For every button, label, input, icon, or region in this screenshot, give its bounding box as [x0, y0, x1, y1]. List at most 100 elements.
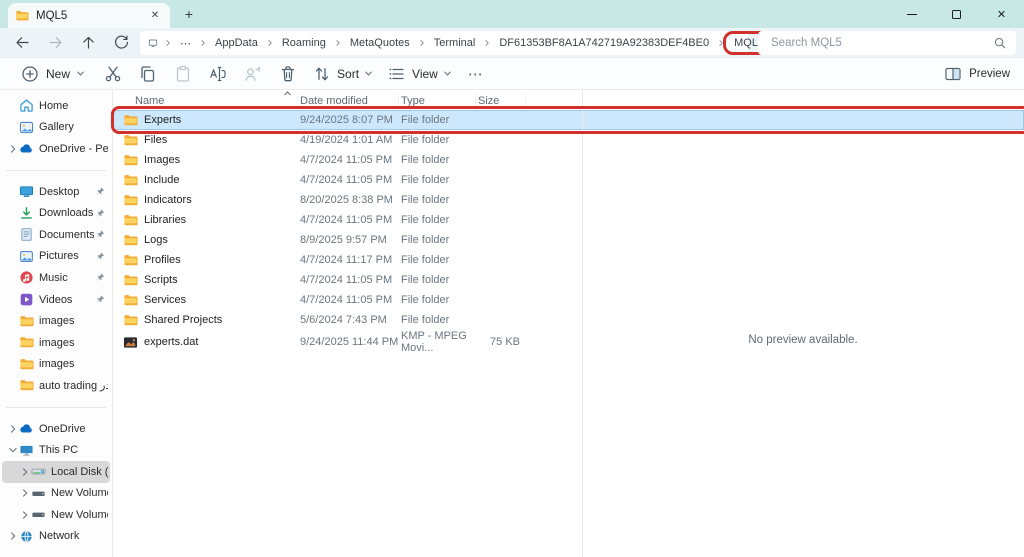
- sidebar-item-label: Network: [39, 530, 108, 542]
- file-row-profiles[interactable]: Profiles4/7/2024 11:17 PMFile folder: [113, 250, 1024, 270]
- more-options-button[interactable]: ⋯: [468, 65, 484, 83]
- chevron-right-icon[interactable]: [7, 423, 19, 435]
- video-icon: [19, 292, 34, 307]
- sidebar-item-images[interactable]: images: [2, 310, 110, 332]
- breadcrumb-item-metaquotes[interactable]: MetaQuotes: [348, 36, 412, 50]
- minimize-button[interactable]: [889, 0, 934, 28]
- breadcrumb-item-df61353bf8a1a742719a92383def4be0[interactable]: DF61353BF8A1A742719A92383DEF4BE0: [497, 36, 711, 50]
- file-name: Images: [120, 153, 298, 168]
- search-input[interactable]: [771, 37, 993, 49]
- file-row-include[interactable]: Include4/7/2024 11:05 PMFile folder: [113, 170, 1024, 190]
- desktop-icon: [19, 184, 34, 199]
- delete-button[interactable]: [278, 64, 298, 84]
- chevron-right-icon[interactable]: [19, 466, 31, 478]
- sidebar-item-documents[interactable]: Documents: [2, 224, 110, 246]
- forward-button[interactable]: [47, 34, 64, 51]
- file-row-shared-projects[interactable]: Shared Projects5/6/2024 7:43 PMFile fold…: [113, 310, 1024, 330]
- sidebar-item-label: images: [39, 358, 108, 370]
- sidebar-item-music[interactable]: Music: [2, 267, 110, 289]
- chevron-right-icon[interactable]: [7, 530, 19, 542]
- chevron-spacer: [7, 250, 19, 262]
- sidebar-item-home[interactable]: Home: [2, 95, 110, 117]
- sidebar-item-network[interactable]: Network: [2, 526, 110, 548]
- folder-icon: [123, 233, 138, 248]
- file-row-libraries[interactable]: Libraries4/7/2024 11:05 PMFile folder: [113, 210, 1024, 230]
- chevron-right-icon[interactable]: [19, 487, 31, 499]
- sidebar-item-label: Downloads: [39, 207, 94, 219]
- file-type: File folder: [399, 194, 476, 206]
- desktop-monitor-icon[interactable]: [148, 38, 158, 48]
- file-row-scripts[interactable]: Scripts4/7/2024 11:05 PMFile folder: [113, 270, 1024, 290]
- breadcrumb-separator-icon: [265, 38, 275, 48]
- tab-close-icon[interactable]: ✕: [147, 8, 163, 24]
- new-tab-button[interactable]: +: [180, 5, 198, 23]
- file-row-images[interactable]: Images4/7/2024 11:05 PMFile folder: [113, 150, 1024, 170]
- file-date-modified: 4/7/2024 11:17 PM: [298, 254, 399, 266]
- file-type: File folder: [399, 234, 476, 246]
- preview-toggle-button[interactable]: Preview: [943, 64, 1010, 84]
- chevron-spacer: [7, 315, 19, 327]
- breadcrumb-item-roaming[interactable]: Roaming: [280, 36, 328, 50]
- chevron-right-icon[interactable]: [19, 509, 31, 521]
- sidebar-item-images[interactable]: images: [2, 354, 110, 376]
- cut-button[interactable]: [103, 64, 123, 84]
- sidebar-item-label: Home: [39, 100, 108, 112]
- sidebar-item-gallery[interactable]: Gallery: [2, 117, 110, 139]
- sidebar-item-pictures[interactable]: Pictures: [2, 246, 110, 268]
- paste-button[interactable]: [173, 64, 193, 84]
- file-type: File folder: [399, 134, 476, 146]
- breadcrumb-overflow[interactable]: ⋯: [178, 36, 193, 51]
- sidebar-item-videos[interactable]: Videos: [2, 289, 110, 311]
- search-box[interactable]: [758, 31, 1016, 55]
- sidebar-item-desktop[interactable]: Desktop: [2, 181, 110, 203]
- breadcrumb: AppData Roaming MetaQuotes Terminal DF61353B…: [213, 36, 782, 50]
- sidebar-item-auto-trading[interactable]: auto trading تاتريدر: [2, 375, 110, 397]
- column-header-size[interactable]: Size: [476, 94, 526, 108]
- chevron-spacer: [7, 186, 19, 198]
- column-header-name[interactable]: Name: [120, 94, 298, 108]
- plus-circle-icon: [20, 64, 40, 84]
- sidebar-item-local-disk-c[interactable]: Local Disk (C:): [2, 461, 110, 483]
- sidebar-item-downloads[interactable]: Downloads: [2, 202, 110, 224]
- file-row-indicators[interactable]: Indicators8/20/2025 8:38 PMFile folder: [113, 190, 1024, 210]
- maximize-button[interactable]: [934, 0, 979, 28]
- sidebar-item-onedrive[interactable]: OneDrive: [2, 418, 110, 440]
- chevron-spacer: [7, 337, 19, 349]
- breadcrumb-item-appdata[interactable]: AppData: [213, 36, 260, 50]
- sort-button-label: Sort: [337, 67, 359, 81]
- copy-button[interactable]: [138, 64, 158, 84]
- sidebar-item-images[interactable]: images: [2, 332, 110, 354]
- sidebar-item-new-volume-e[interactable]: New Volume (E:): [2, 504, 110, 526]
- file-row-experts[interactable]: Experts9/24/2025 8:07 PMFile folder: [113, 110, 1024, 130]
- preview-pane-icon: [943, 64, 963, 84]
- view-button[interactable]: View: [387, 64, 452, 84]
- folder-icon: [15, 9, 29, 23]
- up-button[interactable]: [80, 34, 97, 51]
- chevron-down-icon[interactable]: [7, 444, 19, 456]
- sidebar-item-onedrive-persona[interactable]: OneDrive - Persona: [2, 138, 110, 160]
- refresh-button[interactable]: [113, 34, 130, 51]
- close-button[interactable]: ✕: [979, 0, 1024, 28]
- rename-button[interactable]: [208, 64, 228, 84]
- sort-button[interactable]: Sort: [312, 64, 373, 84]
- sidebar-item-label: Documents: [39, 229, 94, 241]
- file-row-services[interactable]: Services4/7/2024 11:05 PMFile folder: [113, 290, 1024, 310]
- address-bar[interactable]: ⋯ AppData Roaming MetaQuotes Terminal DF6135…: [140, 31, 748, 55]
- explorer-tab[interactable]: MQL5 ✕: [8, 3, 170, 28]
- file-name: Include: [120, 173, 298, 188]
- file-row-files[interactable]: Files4/19/2024 1:01 AMFile folder: [113, 130, 1024, 150]
- back-button[interactable]: [14, 34, 31, 51]
- titlebar: MQL5 ✕ + ✕: [0, 0, 1024, 28]
- sidebar-item-new-volume-d[interactable]: New Volume (D:): [2, 483, 110, 505]
- new-button[interactable]: New: [14, 60, 91, 88]
- sidebar-item-this-pc[interactable]: This PC: [2, 439, 110, 461]
- chevron-spacer: [7, 358, 19, 370]
- share-button[interactable]: [243, 64, 263, 84]
- music-icon: [19, 270, 34, 285]
- breadcrumb-item-terminal[interactable]: Terminal: [432, 36, 478, 50]
- sidebar-item-label: New Volume (E:): [51, 509, 108, 521]
- chevron-right-icon[interactable]: [7, 143, 19, 155]
- column-header-date-modified[interactable]: Date modified: [298, 94, 399, 108]
- column-header-type[interactable]: Type: [399, 94, 476, 108]
- file-row-logs[interactable]: Logs8/9/2025 9:57 PMFile folder: [113, 230, 1024, 250]
